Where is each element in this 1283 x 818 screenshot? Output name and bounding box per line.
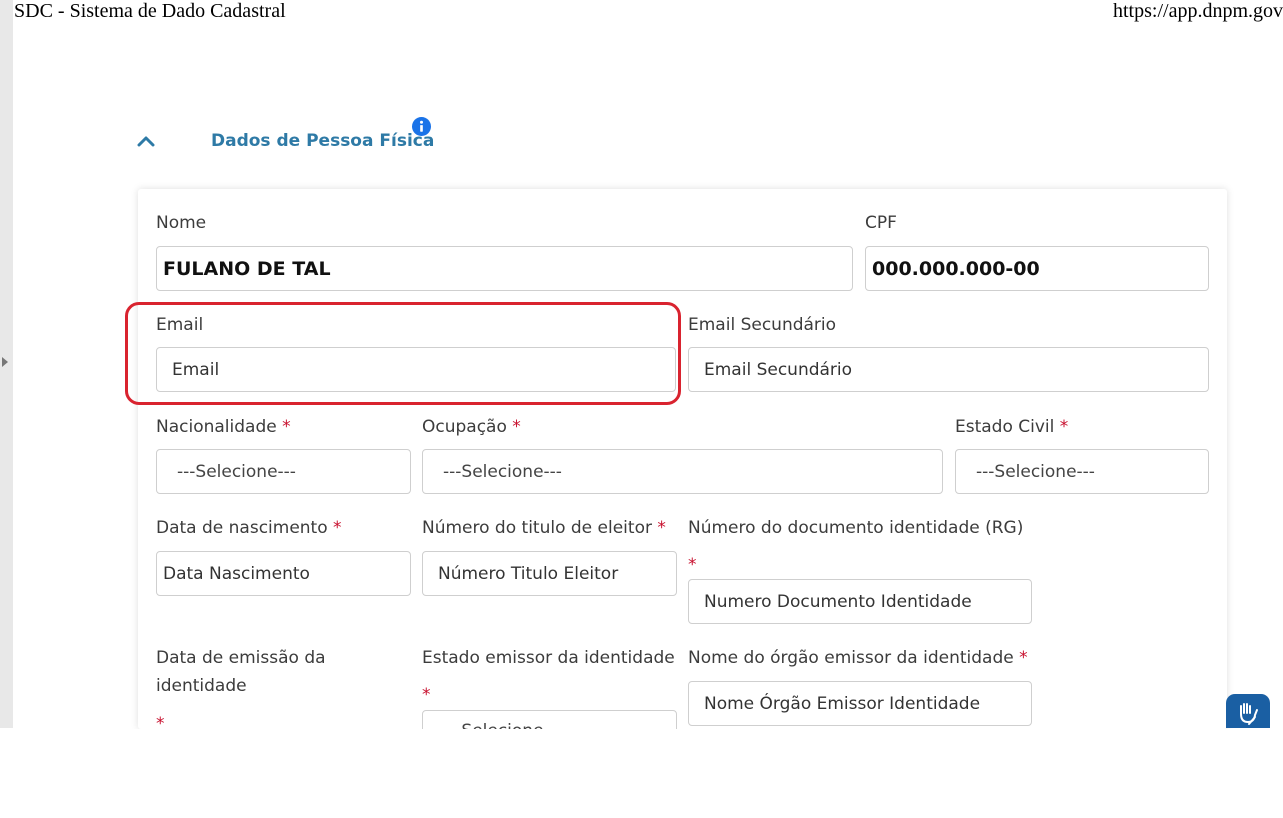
nome-label: Nome [156, 213, 207, 233]
section-title: Dados de Pessoa Física [211, 131, 435, 151]
email-input[interactable]: Email [156, 347, 676, 392]
cpf-label: CPF [865, 213, 897, 233]
print-page-title: SDC - Sistema de Dado Cadastral [14, 0, 286, 22]
titulo-eleitor-label: Número do titulo de eleitor * [422, 514, 666, 542]
orgao-emissor-label-text: Nome do órgão emissor da identidade [688, 648, 1014, 668]
required-marker: * [333, 518, 342, 538]
required-marker: * [422, 685, 431, 705]
required-marker: * [657, 518, 666, 538]
page-bottom-margin [0, 729, 1283, 818]
required-marker: * [1059, 417, 1069, 437]
required-marker: * [156, 714, 165, 729]
sign-language-accessibility-button[interactable] [1226, 694, 1270, 728]
print-page-url: https://app.dnpm.gov [1113, 0, 1283, 22]
collapse-section-button[interactable] [135, 130, 157, 152]
required-marker: * [512, 417, 521, 437]
estado-civil-select[interactable]: ---Selecione--- [955, 449, 1209, 494]
orgao-emissor-label: Nome do órgão emissor da identidade * [688, 644, 1028, 672]
titulo-eleitor-input[interactable]: Número Titulo Eleitor [422, 551, 677, 596]
ocupacao-select[interactable]: ---Selecione--- [422, 449, 943, 494]
sign-language-icon [1240, 703, 1258, 725]
titulo-eleitor-label-text: Número do titulo de eleitor [422, 518, 652, 538]
required-marker: * [688, 555, 697, 575]
email-secundario-label: Email Secundário [688, 315, 837, 335]
nome-input[interactable]: FULANO DE TAL [156, 246, 853, 291]
data-emissao-label: Data de emissão da identidade [156, 648, 326, 696]
data-nascimento-input[interactable]: Data Nascimento [156, 551, 411, 596]
cpf-input[interactable]: 000.000.000-00 [865, 246, 1209, 291]
estado-civil-label: Estado Civil * [955, 413, 1068, 441]
required-marker: * [1019, 648, 1028, 668]
orgao-emissor-input[interactable]: Nome Órgão Emissor Identidade [688, 681, 1032, 726]
email-secundario-input[interactable]: Email Secundário [688, 347, 1209, 392]
info-icon[interactable] [412, 117, 431, 136]
data-nascimento-label: Data de nascimento * [156, 514, 342, 542]
estado-civil-label-text: Estado Civil [955, 417, 1055, 437]
nacionalidade-label-text: Nacionalidade [156, 417, 277, 437]
personal-data-panel: Nome FULANO DE TAL CPF 000.000.000-00 Em… [138, 189, 1227, 729]
estado-emissor-select[interactable]: ---Selecione--- [422, 710, 677, 729]
nacionalidade-label: Nacionalidade * [156, 413, 291, 441]
ocupacao-label: Ocupação * [422, 413, 521, 441]
nacionalidade-select[interactable]: ---Selecione--- [156, 449, 411, 494]
data-nascimento-label-text: Data de nascimento [156, 518, 328, 538]
chevron-up-icon [137, 136, 155, 147]
email-label: Email [156, 315, 204, 335]
rg-input[interactable]: Numero Documento Identidade [688, 579, 1032, 624]
left-scroll-gutter[interactable] [0, 0, 13, 728]
expand-arrow-icon[interactable] [2, 357, 8, 367]
rg-label: Número do documento identidade (RG) [688, 518, 1024, 538]
required-marker: * [282, 417, 291, 437]
estado-emissor-label: Estado emissor da identidade [422, 648, 675, 668]
ocupacao-label-text: Ocupação [422, 417, 507, 437]
